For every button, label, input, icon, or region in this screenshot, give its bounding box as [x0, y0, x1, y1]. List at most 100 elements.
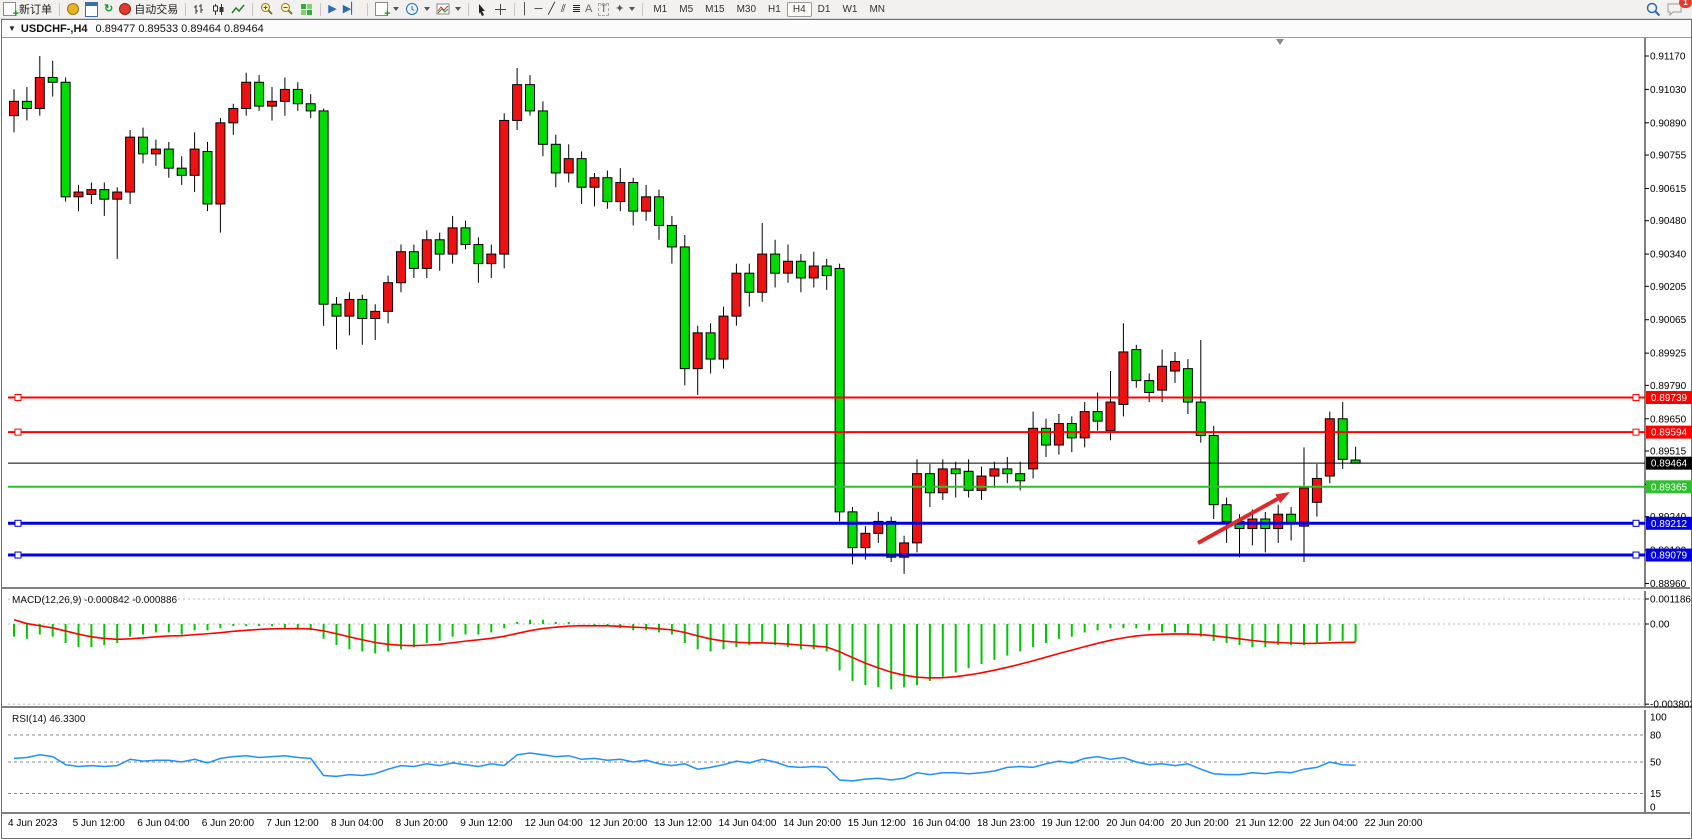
trendline-tool-button[interactable]: ╱: [545, 1, 558, 17]
zoom-out-button[interactable]: [277, 1, 297, 17]
candle-up: [1080, 412, 1089, 438]
toolbar-separator: [468, 3, 469, 16]
equidistant-channel-icon: ⫽: [561, 4, 566, 15]
candle-down: [655, 197, 664, 226]
candle-up: [190, 149, 199, 175]
fibonacci-icon: ≣: [572, 4, 579, 15]
line-chart-button[interactable]: [228, 1, 248, 17]
notifications-button[interactable]: 1: [1664, 1, 1686, 17]
candle-up: [732, 273, 741, 316]
candle-down: [177, 168, 186, 175]
horizontal-line-tool-button[interactable]: ─: [531, 1, 545, 17]
time-axis-label: 9 Jun 12:00: [460, 818, 513, 829]
search-button[interactable]: [1643, 1, 1664, 17]
candle-up: [1106, 402, 1115, 431]
hline-handle[interactable]: [1633, 395, 1639, 401]
candlestick-chart-button[interactable]: [209, 1, 228, 17]
hline-handle[interactable]: [15, 395, 21, 401]
price-tick-label: 0.89925: [1650, 349, 1687, 360]
price-tick-label: 0.91030: [1650, 85, 1687, 96]
candle-down: [796, 261, 805, 278]
market-watch-button[interactable]: [64, 1, 82, 17]
macd-tick-label: -0.003802: [1650, 700, 1692, 711]
navigator-button[interactable]: ↻: [101, 1, 116, 17]
crosshair-tool-button[interactable]: [491, 1, 510, 17]
chart-canvas[interactable]: 0.911700.910300.908900.907550.906150.904…: [0, 0, 1692, 839]
vertical-line-tool-button[interactable]: │: [519, 1, 532, 17]
autotrading-button[interactable]: 自动交易: [116, 1, 181, 17]
period-button[interactable]: [402, 1, 433, 17]
tab-timeframe-d1[interactable]: D1: [812, 2, 837, 17]
new-order-button[interactable]: 新订单: [0, 1, 55, 17]
text-tool-button[interactable]: A: [582, 1, 595, 17]
hline-handle[interactable]: [15, 429, 21, 435]
hline-handle[interactable]: [15, 520, 21, 526]
template-icon: [436, 3, 450, 15]
candle-up: [977, 476, 986, 490]
candle-down: [887, 521, 896, 557]
candle-down: [848, 512, 857, 548]
tile-windows-button[interactable]: [297, 1, 316, 17]
candle-up: [242, 82, 251, 108]
candle-down: [526, 85, 535, 111]
candle-up: [10, 101, 19, 115]
channel-tool-button[interactable]: ⫽: [558, 1, 569, 17]
tab-timeframe-mn[interactable]: MN: [863, 2, 891, 17]
rsi-indicator-label: RSI(14) 46.3300: [12, 714, 85, 725]
time-axis-label: 20 Jun 20:00: [1171, 818, 1229, 829]
fibonacci-tool-button[interactable]: ≣: [569, 1, 582, 17]
time-axis-label: 8 Jun 20:00: [396, 818, 449, 829]
bar-chart-icon: [193, 3, 206, 16]
arrows-tool-button[interactable]: ✦: [612, 1, 638, 17]
zoom-in-button[interactable]: [257, 1, 277, 17]
candle-up: [990, 469, 999, 476]
time-axis-label: 6 Jun 20:00: [202, 818, 255, 829]
candle-down: [61, 82, 70, 197]
time-axis-label: 6 Jun 04:00: [137, 818, 190, 829]
price-tick-label: 0.90340: [1650, 250, 1687, 261]
data-window-button[interactable]: [82, 1, 101, 17]
price-tick-label: 0.90205: [1650, 282, 1687, 293]
chart-ohlc-values: 0.89477 0.89533 0.89464 0.89464: [96, 23, 264, 35]
vertical-line-icon: │: [522, 4, 529, 15]
candle-up: [74, 192, 83, 197]
tab-timeframe-m30[interactable]: M30: [731, 2, 762, 17]
candle-down: [706, 333, 715, 359]
price-tick-label: 0.90615: [1650, 184, 1687, 195]
candle-down: [100, 190, 109, 200]
time-axis-label: 4 Jun 2023: [8, 818, 58, 829]
bar-chart-button[interactable]: [190, 1, 209, 17]
candle-up: [913, 474, 922, 543]
tab-timeframe-m15[interactable]: M15: [699, 2, 730, 17]
candle-up: [500, 120, 509, 254]
auto-scroll-button[interactable]: ▶: [325, 1, 339, 17]
chevron-down-icon: [424, 7, 430, 11]
candle-down: [1132, 350, 1141, 381]
tab-timeframe-h4[interactable]: H4: [787, 2, 812, 17]
candle-down: [745, 273, 754, 292]
label-tool-button[interactable]: T: [595, 1, 612, 17]
add-indicator-button[interactable]: [372, 1, 402, 17]
time-axis-label: 12 Jun 04:00: [525, 818, 583, 829]
hline-handle[interactable]: [15, 552, 21, 558]
candle-up: [693, 333, 702, 369]
tab-timeframe-m1[interactable]: M1: [647, 2, 673, 17]
tab-timeframe-w1[interactable]: W1: [836, 2, 863, 17]
hline-handle[interactable]: [1633, 520, 1639, 526]
hline-handle[interactable]: [1633, 429, 1639, 435]
time-axis-label: 22 Jun 04:00: [1300, 818, 1358, 829]
tab-timeframe-m5[interactable]: M5: [673, 2, 699, 17]
collapse-chart-button[interactable]: ▼: [8, 24, 16, 33]
trendline-icon: ╱: [548, 4, 555, 15]
cursor-tool-button[interactable]: [473, 1, 491, 17]
price-tick-label: 0.90480: [1650, 216, 1687, 227]
time-axis-label: 16 Jun 04:00: [912, 818, 970, 829]
tab-timeframe-h1[interactable]: H1: [762, 2, 787, 17]
hline-handle[interactable]: [1633, 552, 1639, 558]
candle-down: [461, 228, 470, 245]
template-button[interactable]: [433, 1, 464, 17]
chevron-down-icon: [393, 7, 399, 11]
candle-down: [1222, 505, 1231, 522]
chart-shift-button[interactable]: ▶▏: [340, 1, 363, 17]
chart-symbol-period: USDCHF-,H4: [21, 23, 88, 35]
